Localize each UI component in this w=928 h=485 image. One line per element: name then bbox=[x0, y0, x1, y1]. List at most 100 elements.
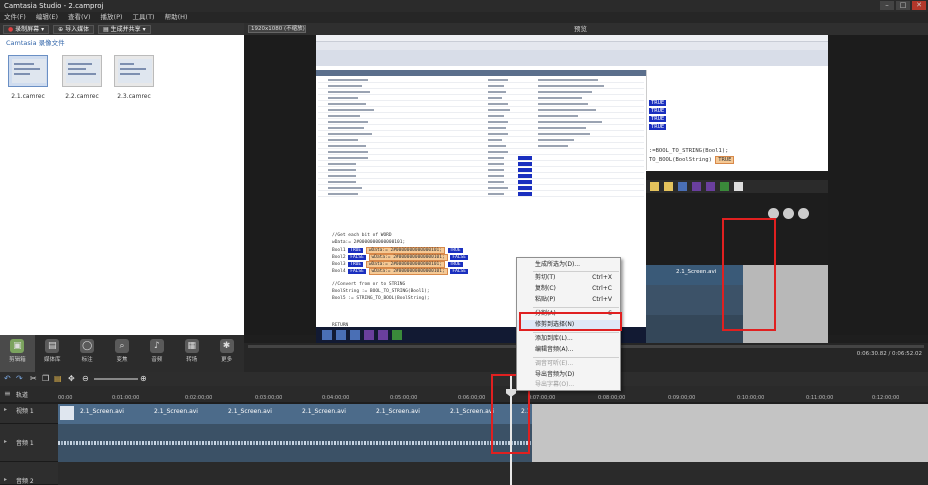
code-line: BoolString := BOOL_TO_STRING(Bool1); bbox=[332, 289, 430, 294]
redo-icon[interactable]: ↷ bbox=[16, 374, 23, 383]
ruler-label: 0:03:00;00 bbox=[255, 395, 283, 401]
tab-label: 音频 bbox=[151, 357, 163, 363]
split-icon[interactable]: ✥ bbox=[68, 374, 75, 383]
record-screen-button[interactable]: ● 录制屏幕 ▾ bbox=[3, 24, 50, 34]
clip-thumbnail[interactable] bbox=[8, 55, 48, 87]
highlight-box-preview bbox=[722, 218, 776, 331]
track-name: 视频 1 bbox=[16, 408, 34, 415]
zoom-slider[interactable] bbox=[94, 378, 138, 380]
menu-view[interactable]: 查看(V) bbox=[68, 12, 91, 23]
value-badge: TRUE bbox=[649, 116, 667, 122]
menu-item-cut[interactable]: 剪切(T) Ctrl+X bbox=[517, 273, 620, 283]
menu-item-produce-selection[interactable]: 生成所选为(D)... bbox=[517, 260, 620, 270]
clip-label: 2.1_Screen.avi bbox=[80, 408, 124, 415]
rp-line: TRUE bbox=[649, 116, 667, 122]
code-line: //Convert from or to STRING bbox=[332, 282, 406, 287]
copy-icon[interactable]: ❐ bbox=[42, 374, 49, 383]
menu-play[interactable]: 播放(P) bbox=[101, 12, 123, 23]
embedded-vs-titlebar bbox=[316, 35, 828, 42]
ruler-label: 0:11:00;00 bbox=[806, 395, 834, 401]
ruler-label: 0:10:00;00 bbox=[737, 395, 765, 401]
menu-edit[interactable]: 编辑(E) bbox=[36, 12, 58, 23]
embedded-variable-grid bbox=[316, 70, 646, 230]
menu-bar: 文件(F) 编辑(E) 查看(V) 播放(P) 工具(T) 帮助(H) bbox=[0, 12, 928, 23]
code-text: Bool4 bbox=[332, 269, 346, 274]
audio2-track-lane[interactable] bbox=[58, 462, 928, 485]
track-header-audio1[interactable]: ▸ 音频 1 bbox=[0, 424, 58, 462]
menu-item-label: 复制(C) bbox=[535, 285, 556, 292]
menu-item-label: 粘贴(P) bbox=[535, 296, 556, 303]
undo-icon[interactable]: ↶ bbox=[4, 374, 11, 383]
paste-icon[interactable]: ▤ bbox=[54, 374, 62, 383]
menu-item-paste[interactable]: 粘贴(P) Ctrl+V bbox=[517, 295, 620, 305]
tab-transitions[interactable]: ▦ 转场 bbox=[174, 335, 209, 372]
clip-thumbnail[interactable] bbox=[114, 55, 154, 87]
menu-item-add-to-library[interactable]: 添加到库(L)... bbox=[517, 334, 620, 344]
zoom-in-icon[interactable]: ⊕ bbox=[140, 374, 147, 383]
grid-header bbox=[316, 70, 646, 76]
menu-separator bbox=[533, 357, 619, 358]
menu-file[interactable]: 文件(F) bbox=[4, 12, 26, 23]
menu-item-edit-audio[interactable]: 编辑音频(A)... bbox=[517, 345, 620, 355]
import-media-button[interactable]: ⊕ 导入媒体 bbox=[53, 24, 95, 34]
embedded-vs-menubar bbox=[316, 42, 828, 50]
cut-icon[interactable]: ✂ bbox=[30, 374, 37, 383]
rp-line: TRUE bbox=[649, 124, 667, 130]
tab-more[interactable]: ✱ 更多 bbox=[209, 335, 244, 372]
window-title: Camtasia Studio - 2.camproj bbox=[4, 2, 104, 10]
close-button[interactable]: ✕ bbox=[912, 1, 926, 10]
expand-icon[interactable]: ▸ bbox=[4, 438, 7, 445]
track-name: 音频 2 bbox=[16, 478, 34, 485]
menu-separator bbox=[533, 332, 619, 333]
rp-line: TO_BOOL(BoolString) TRUE bbox=[649, 156, 735, 164]
tab-clip-bin[interactable]: ▣ 剪辑箱 bbox=[0, 335, 35, 372]
menu-tools[interactable]: 工具(T) bbox=[133, 12, 155, 23]
timeline-ruler[interactable]: ≡ 轨道 00:00 0:01:00;00 0:02:00;00 0:03:00… bbox=[0, 386, 928, 402]
track-header-video1[interactable]: ▸ 视频 1 bbox=[0, 404, 58, 424]
maximize-button[interactable]: □ bbox=[896, 1, 910, 10]
clip-label: 2.1_Screen.avi bbox=[376, 408, 420, 415]
track-header-audio2[interactable]: ▸ 音频 2 bbox=[0, 462, 58, 485]
nested-clip-label: 2.1_Screen.avi bbox=[676, 269, 717, 275]
callout-icon: ◯ bbox=[80, 339, 95, 353]
tab-audio[interactable]: ♪ 音频 bbox=[139, 335, 174, 372]
rp-line: TRUE bbox=[649, 108, 667, 114]
minimize-button[interactable]: – bbox=[880, 1, 894, 10]
ruler-label: 0:09:00;00 bbox=[668, 395, 696, 401]
tab-library[interactable]: ▤ 媒体库 bbox=[35, 335, 70, 372]
menu-item-export-audio[interactable]: 导出音频为(D) bbox=[517, 370, 620, 380]
value-badge: FALSE bbox=[348, 269, 366, 274]
clip-bin-title: Camtasia 录像文件 bbox=[6, 39, 65, 47]
timeline-toolbar: ↶ ↷ ✂ ❐ ▤ ✥ ⊖ ⊕ bbox=[0, 372, 928, 386]
code-text: Bool2 bbox=[332, 255, 346, 260]
tab-zoom[interactable]: ⌕ 变焦 bbox=[105, 335, 140, 372]
clip-thumbnail bbox=[60, 406, 74, 420]
code-line: //Get each bit of WORD bbox=[332, 233, 392, 238]
zoom-out-icon[interactable]: ⊖ bbox=[82, 374, 89, 383]
rp-text: TO_BOOL(BoolString) bbox=[649, 157, 712, 163]
play-icon bbox=[798, 208, 809, 219]
menu-item-copy[interactable]: 复制(C) Ctrl+C bbox=[517, 284, 620, 294]
audio-track-clip[interactable] bbox=[58, 424, 532, 462]
audio-icon: ♪ bbox=[149, 339, 164, 353]
value-badge: wData:= 2#0000000000000101; bbox=[365, 247, 445, 254]
clip-thumbnail[interactable] bbox=[62, 55, 102, 87]
produce-share-button[interactable]: ▤ 生成并共享 ▾ bbox=[98, 24, 151, 34]
title-bar: Camtasia Studio - 2.camproj – □ ✕ bbox=[0, 0, 928, 12]
preview-size-dropdown[interactable]: 1920x1080 (不缩放) bbox=[248, 25, 306, 33]
track-list-icon[interactable]: ≡ bbox=[4, 389, 11, 398]
tab-callouts[interactable]: ◯ 标注 bbox=[70, 335, 105, 372]
track-name: 音频 1 bbox=[16, 440, 34, 447]
tab-label: 媒体库 bbox=[44, 357, 61, 363]
value-badge: TRUE bbox=[348, 248, 364, 253]
tab-label: 剪辑箱 bbox=[9, 357, 26, 363]
menu-item-label: 生成所选为(D)... bbox=[535, 261, 581, 268]
menu-help[interactable]: 帮助(H) bbox=[165, 12, 188, 23]
expand-icon[interactable]: ▸ bbox=[4, 476, 7, 483]
tab-label: 更多 bbox=[221, 357, 233, 363]
video-track-clip[interactable]: 2.1_Screen.avi 2.1_Screen.avi 2.1_Screen… bbox=[58, 404, 532, 424]
expand-icon[interactable]: ▸ bbox=[4, 406, 7, 413]
clip-bin-icon: ▣ bbox=[10, 339, 25, 353]
timeline-selection-area[interactable] bbox=[532, 404, 928, 462]
more-icon: ✱ bbox=[219, 339, 234, 353]
